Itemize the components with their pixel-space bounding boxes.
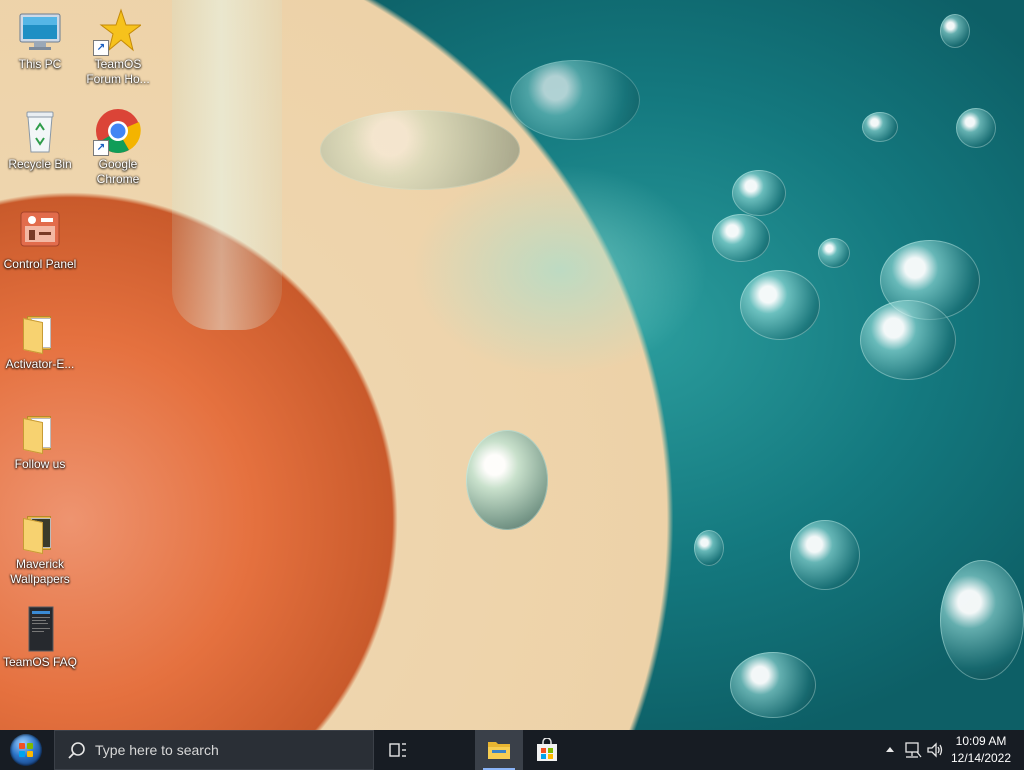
document-icon (17, 606, 63, 652)
shortcut-arrow-icon: ↗ (93, 140, 109, 156)
desktop-icon-maverick-wallpapers[interactable]: Maverick Wallpapers (2, 508, 78, 587)
this-pc-icon (17, 8, 63, 54)
wallpaper-drop (712, 214, 770, 262)
wallpaper-drop (940, 560, 1024, 680)
desktop-icon-label: Recycle Bin (8, 157, 72, 171)
desktop-icon-label: TeamOS Forum Ho... (86, 57, 150, 86)
wallpaper-drop (860, 300, 956, 380)
task-view-button[interactable] (374, 730, 422, 770)
control-panel-icon (17, 208, 63, 254)
desktop-icon-google-chrome[interactable]: ↗ Google Chrome (80, 108, 156, 187)
wallpaper-drop (730, 652, 816, 718)
shortcut-arrow-icon: ↗ (93, 40, 109, 56)
desktop-icon-recycle-bin[interactable]: Recycle Bin (2, 108, 78, 172)
chrome-icon: ↗ (93, 108, 141, 156)
folder-icon (17, 408, 63, 455)
wallpaper-water-stream (172, 0, 282, 330)
volume-icon[interactable] (926, 741, 944, 759)
show-hidden-icons-icon[interactable] (884, 744, 896, 756)
clock-date: 12/14/2022 (950, 751, 1012, 765)
teamos-star-icon: ↗ (93, 8, 143, 56)
file-explorer-button[interactable] (475, 730, 523, 770)
desktop-icon-control-panel[interactable]: Control Panel (2, 208, 78, 272)
system-tray: 10:09 AM 12/14/2022 (864, 730, 1024, 770)
desktop-icon-label: Maverick Wallpapers (10, 557, 70, 586)
wallpaper-splash (320, 110, 520, 190)
wallpaper-drop (940, 14, 970, 48)
desktop-icon-activator[interactable]: Activator-E... (2, 308, 78, 372)
wallpaper-drop (694, 530, 724, 566)
taskbar-clock[interactable]: 10:09 AM 12/14/2022 (948, 733, 1014, 767)
search-icon (68, 742, 85, 759)
wallpaper-drop (862, 112, 898, 142)
wallpaper-drop (956, 108, 996, 148)
wallpaper-drop (818, 238, 850, 268)
wallpaper-drop (466, 430, 548, 530)
desktop-icon-label: TeamOS FAQ (2, 655, 78, 669)
recycle-bin-icon (17, 108, 63, 154)
desktop-icon-label: Google Chrome (96, 157, 140, 186)
desktop-icon-label: Follow us (14, 457, 66, 471)
desktop-icon-teamos-forum[interactable]: ↗ TeamOS Forum Ho... (80, 8, 156, 87)
file-explorer-icon (488, 742, 510, 759)
taskbar: Type here to search 10:09 AM 12/14/2022 (0, 730, 1024, 770)
wallpaper-drop (732, 170, 786, 216)
desktop-icon-label: This PC (18, 57, 62, 71)
windows-logo-icon (10, 734, 42, 766)
network-icon[interactable] (904, 741, 922, 759)
task-view-icon (389, 743, 406, 757)
search-placeholder: Type here to search (95, 742, 219, 758)
desktop-icon-teamos-faq[interactable]: TeamOS FAQ (2, 606, 78, 670)
wallpaper-splash (510, 60, 640, 140)
start-button[interactable] (6, 732, 46, 768)
wallpaper-drop (790, 520, 860, 590)
desktop-icon-this-pc[interactable]: This PC (2, 8, 78, 72)
clock-time: 10:09 AM (955, 734, 1007, 748)
desktop-icon-follow-us[interactable]: Follow us (2, 408, 78, 472)
wallpaper-drop (740, 270, 820, 340)
taskbar-search-box[interactable]: Type here to search (54, 730, 374, 770)
desktop-icon-label: Control Panel (3, 257, 77, 271)
store-icon (537, 738, 557, 761)
microsoft-store-button[interactable] (523, 730, 571, 770)
desktop-icon-label: Activator-E... (5, 357, 75, 371)
folder-icon (17, 508, 63, 555)
folder-icon (17, 308, 63, 355)
